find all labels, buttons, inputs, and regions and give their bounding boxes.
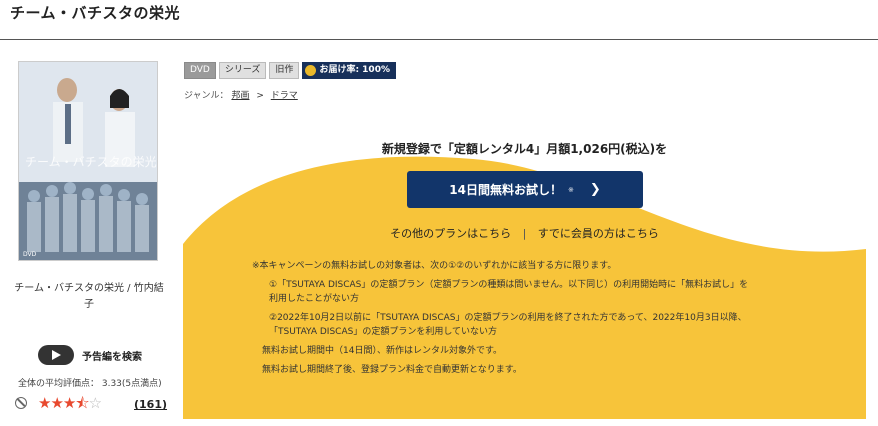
cover-caption[interactable]: チーム・バチスタの栄光 / 竹内結子 (14, 281, 164, 313)
note-condition-2: ②2022年10月2日以前に「TSUTAYA DISCAS」の定額プランの利用を… (269, 313, 747, 337)
star-rating: ★★★⯪☆ (38, 394, 102, 412)
other-plans-link[interactable]: その他のプランはこちら (390, 227, 511, 240)
breadcrumb-separator: > (256, 91, 264, 101)
genre-link-drama[interactable]: ドラマ (271, 91, 298, 101)
genre-label: ジャンル： (184, 91, 229, 101)
member-login-link[interactable]: すでに会員の方はこちら (538, 227, 659, 240)
link-divider: | (522, 227, 527, 240)
chevron-right-icon: ❯ (589, 182, 601, 197)
star-full-icon: ★ (38, 394, 51, 412)
trailer-play-button[interactable] (38, 345, 74, 365)
free-trial-label: 14日間無料お試し！ (449, 183, 562, 197)
coin-icon (305, 65, 317, 76)
product-tags: DVD シリーズ 旧作 お届け率: 100% (184, 62, 396, 79)
note-eligibility: ※本キャンペーンの無料お試しの対象者は、次の①②のいずれかに該当する方に限ります… (252, 261, 617, 271)
genre-breadcrumb: ジャンル： 邦画 > ドラマ (184, 88, 298, 101)
tag-old: 旧作 (269, 62, 300, 79)
tag-series: シリーズ (218, 62, 267, 79)
note-condition-1: ①「TSUTAYA DISCAS」の定額プラン（定額プランの種類は問いません。以… (269, 280, 749, 304)
tag-dvd: DVD (184, 62, 216, 79)
campaign-notes: ※本キャンペーンの無料お試しの対象者は、次の①②のいずれかに該当する方に限ります… (252, 259, 852, 382)
delivery-rate-badge: お届け率: 100% (302, 62, 396, 79)
plan-links: その他のプランはこちら | すでに会員の方はこちら (183, 225, 866, 241)
page-title: チーム・バチスタの栄光 (10, 4, 181, 22)
delivery-rate-text: お届け率: 100% (319, 65, 390, 75)
star-empty-icon: ☆ (88, 394, 102, 412)
free-trial-button[interactable]: 14日間無料お試し！ ※ ❯ (407, 171, 643, 208)
not-interested-icon[interactable] (15, 397, 27, 409)
dvd-cover-image[interactable]: チーム・バチスタの栄光 DVD (18, 61, 158, 261)
review-count-link[interactable]: (161) (134, 398, 167, 411)
free-trial-note-mark: ※ (567, 185, 574, 194)
star-half-icon: ⯪ (75, 394, 89, 412)
note-auto-renew: 無料お試し期間終了後、登録プラン料金で自動更新となります。 (262, 365, 522, 375)
svg-text:チーム・バチスタの栄光: チーム・バチスタの栄光 (25, 155, 157, 169)
campaign-headline: 新規登録で「定額レンタル4」月額1,026円(税込)を (381, 142, 668, 156)
star-full-icon: ★ (62, 394, 76, 412)
star-full-icon: ★ (50, 394, 63, 412)
note-new-release: 無料お試し期間中（14日間）、新作はレンタル対象外です。 (262, 346, 503, 356)
svg-text:DVD: DVD (23, 251, 37, 258)
genre-link-hougaku[interactable]: 邦画 (231, 91, 249, 101)
average-rating-text: 全体の平均評価点： 3.33(5点満点) (18, 379, 162, 389)
title-divider (0, 39, 878, 40)
trailer-search-label[interactable]: 予告編を検索 (82, 348, 142, 363)
